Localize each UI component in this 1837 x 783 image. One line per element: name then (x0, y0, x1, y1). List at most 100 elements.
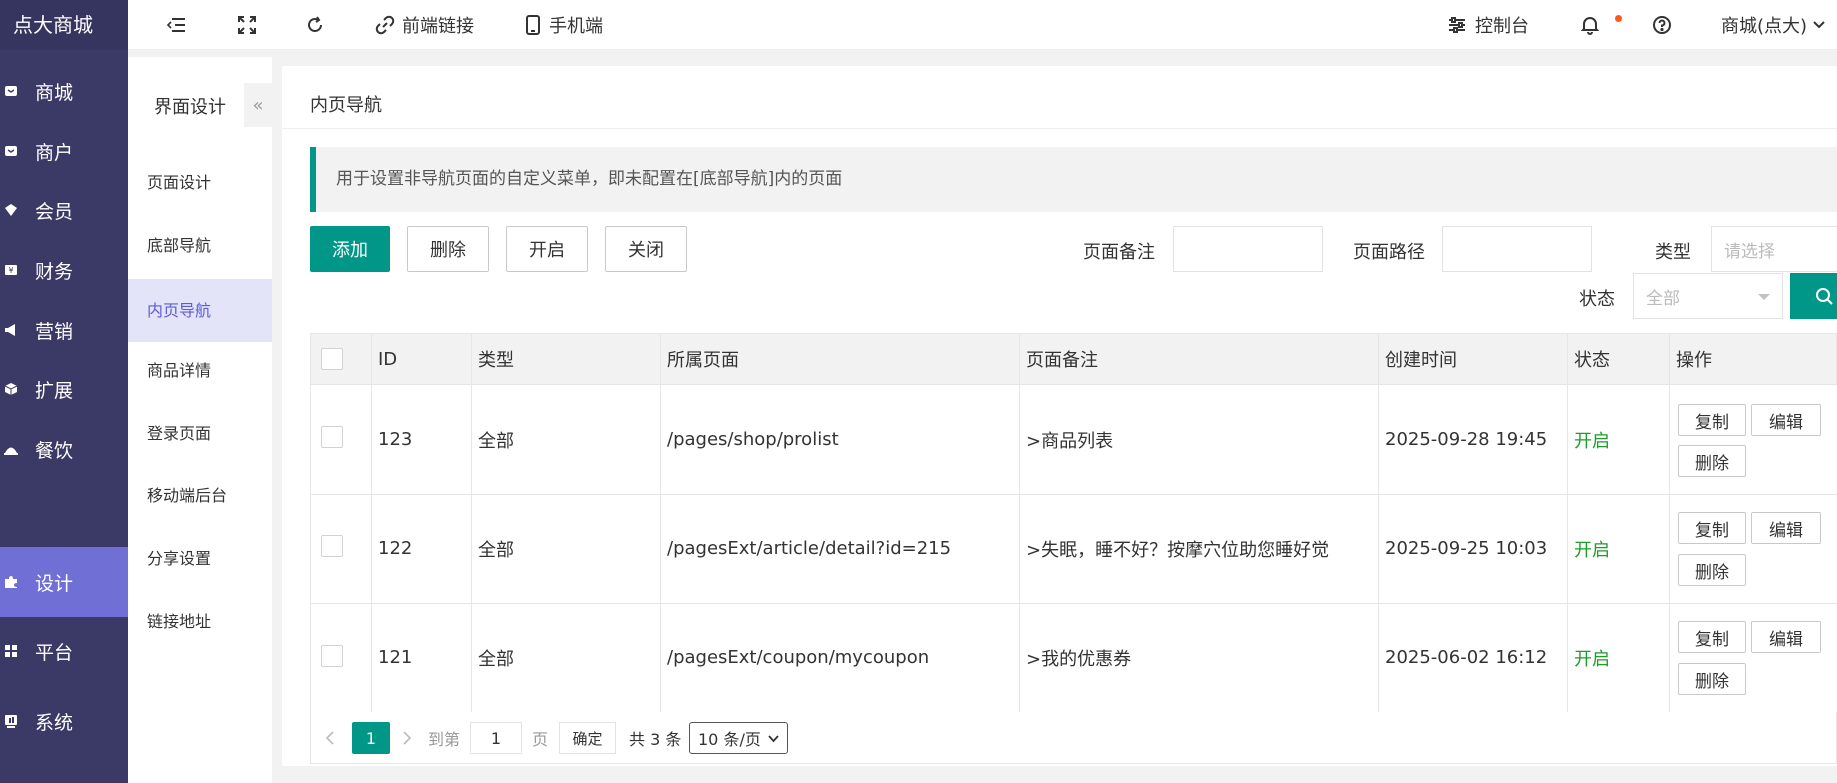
sidebar-item-label: 商户 (35, 141, 74, 164)
submenu-item-link-address[interactable]: 链接地址 (128, 590, 272, 653)
column-header-created[interactable]: 创建时间 (1378, 333, 1457, 385)
goto-label: 到第 (428, 730, 461, 749)
status-select-value: 全部 (1646, 288, 1680, 309)
add-button[interactable]: 添加 (310, 226, 390, 272)
column-header-id[interactable]: ID (371, 333, 397, 385)
edit-button[interactable]: 编辑 (1751, 621, 1821, 653)
row-status: 开启 (1574, 430, 1610, 452)
edit-button[interactable]: 编辑 (1751, 404, 1821, 436)
total-count: 共 3 条 (629, 730, 682, 749)
main-sidebar: 点大商城 商城 商户 会员 ¥ 财务 营销 扩展 餐饮 设计 平台 系统 (0, 0, 128, 783)
caret-down-icon (1758, 294, 1770, 300)
select-all-checkbox[interactable] (321, 348, 343, 370)
grid-icon (4, 644, 18, 658)
status-filter-select[interactable]: 全部 (1633, 273, 1783, 319)
top-header: 前端链接 手机端 控制台 商城(点大) (128, 0, 1837, 50)
submenu-title: 界面设计 (154, 97, 226, 118)
remark-filter-label: 页面备注 (1083, 242, 1155, 263)
type-filter-select[interactable]: 请选择 (1711, 226, 1837, 272)
row-type: 全部 (478, 539, 514, 561)
row-checkbox[interactable] (321, 426, 343, 448)
submenu-item-product-detail[interactable]: 商品详情 (128, 339, 272, 402)
next-page-icon[interactable] (402, 722, 412, 754)
remark-filter-input[interactable] (1173, 226, 1323, 272)
row-page: /pagesExt/coupon/mycoupon (667, 647, 930, 668)
type-filter-label: 类型 (1655, 242, 1691, 263)
row-type: 全部 (478, 648, 514, 670)
submenu-item-mobile-admin[interactable]: 移动端后台 (128, 464, 272, 527)
sidebar-item-label: 设计 (35, 572, 74, 595)
row-delete-button[interactable]: 删除 (1678, 445, 1746, 477)
type-select-placeholder: 请选择 (1724, 241, 1775, 262)
sidebar-item-platform[interactable]: 平台 (0, 616, 128, 686)
store-switcher[interactable]: 商城(点大) (1721, 0, 1825, 50)
system-icon (4, 714, 18, 728)
edit-button[interactable]: 编辑 (1751, 512, 1821, 544)
sidebar-item-dining[interactable]: 餐饮 (0, 414, 128, 484)
row-created: 2025-09-28 19:45 (1385, 429, 1548, 450)
enable-button[interactable]: 开启 (506, 226, 588, 272)
main-panel: 内页导航 用于设置非导航页面的自定义菜单，即未配置在[底部导航]内的页面 添加 … (282, 66, 1837, 766)
row-remark: >商品列表 (1026, 430, 1114, 452)
prev-page-icon[interactable] (325, 722, 335, 754)
fullscreen-icon[interactable] (238, 0, 256, 50)
row-created: 2025-09-25 10:03 (1385, 538, 1548, 559)
column-header-actions: 操作 (1676, 350, 1712, 371)
column-header-page[interactable]: 所属页面 (660, 333, 739, 385)
page-size-select[interactable]: 10 条/页 (689, 722, 788, 754)
merchant-icon (4, 144, 18, 158)
sidebar-item-label: 系统 (35, 711, 74, 734)
delete-button[interactable]: 删除 (407, 226, 489, 272)
sidebar-item-label: 营销 (35, 320, 74, 343)
row-remark: >失眠，睡不好？按摩穴位助您睡好觉 (1026, 539, 1330, 561)
submenu-item-share-settings[interactable]: 分享设置 (128, 527, 272, 590)
submenu-item-bottom-nav[interactable]: 底部导航 (128, 214, 272, 277)
row-id: 122 (378, 538, 413, 559)
frontend-link-button[interactable]: 前端链接 (375, 0, 474, 50)
bell-icon[interactable] (1581, 0, 1599, 50)
sidebar-item-label: 商城 (35, 81, 74, 104)
goto-confirm-button[interactable]: 确定 (559, 722, 616, 754)
app-logo-title[interactable]: 点大商城 (0, 0, 128, 50)
console-button[interactable]: 控制台 (1448, 0, 1529, 50)
submenu-item-page-design[interactable]: 页面设计 (128, 151, 272, 214)
copy-button[interactable]: 复制 (1678, 512, 1746, 544)
column-header-type[interactable]: 类型 (471, 333, 514, 385)
store-icon (4, 84, 18, 98)
megaphone-icon (4, 323, 18, 337)
store-name: 商城(点大) (1721, 16, 1808, 37)
submenu-item-login-page[interactable]: 登录页面 (128, 402, 272, 465)
row-checkbox[interactable] (321, 645, 343, 667)
refresh-icon[interactable] (305, 0, 325, 50)
page-size-value: 10 条/页 (698, 730, 761, 749)
submenu-item-inner-nav[interactable]: 内页导航 (128, 279, 272, 342)
console-label: 控制台 (1475, 16, 1529, 37)
copy-button[interactable]: 复制 (1678, 404, 1746, 436)
design-submenu: 界面设计 « 页面设计 底部导航 内页导航 商品详情 登录页面 移动端后台 分享… (128, 57, 272, 783)
row-delete-button[interactable]: 删除 (1678, 663, 1746, 695)
svg-text:¥: ¥ (8, 266, 13, 275)
path-filter-input[interactable] (1442, 226, 1592, 272)
goto-page-input[interactable]: 1 (470, 722, 522, 754)
search-button[interactable] (1790, 273, 1837, 319)
collapse-submenu-button[interactable]: « (244, 83, 272, 127)
column-header-remark[interactable]: 页面备注 (1019, 333, 1098, 385)
row-delete-button[interactable]: 删除 (1678, 554, 1746, 586)
help-icon[interactable] (1652, 0, 1672, 50)
row-page: /pagesExt/article/detail?id=215 (667, 538, 952, 559)
column-header-status[interactable]: 状态 (1567, 333, 1610, 385)
sidebar-item-design[interactable]: 设计 (0, 547, 128, 617)
sidebar-item-label: 会员 (35, 200, 74, 223)
phone-icon (526, 15, 540, 35)
current-page-number[interactable]: 1 (352, 722, 390, 754)
double-chevron-left-icon: « (252, 94, 264, 116)
row-checkbox[interactable] (321, 535, 343, 557)
copy-button[interactable]: 复制 (1678, 621, 1746, 653)
disable-button[interactable]: 关闭 (605, 226, 687, 272)
title-divider (282, 128, 1837, 129)
mobile-button[interactable]: 手机端 (525, 0, 603, 50)
menu-toggle-icon[interactable] (166, 0, 186, 50)
row-status: 开启 (1574, 648, 1610, 670)
sidebar-item-system[interactable]: 系统 (0, 686, 128, 756)
row-remark: >我的优惠券 (1026, 648, 1132, 670)
